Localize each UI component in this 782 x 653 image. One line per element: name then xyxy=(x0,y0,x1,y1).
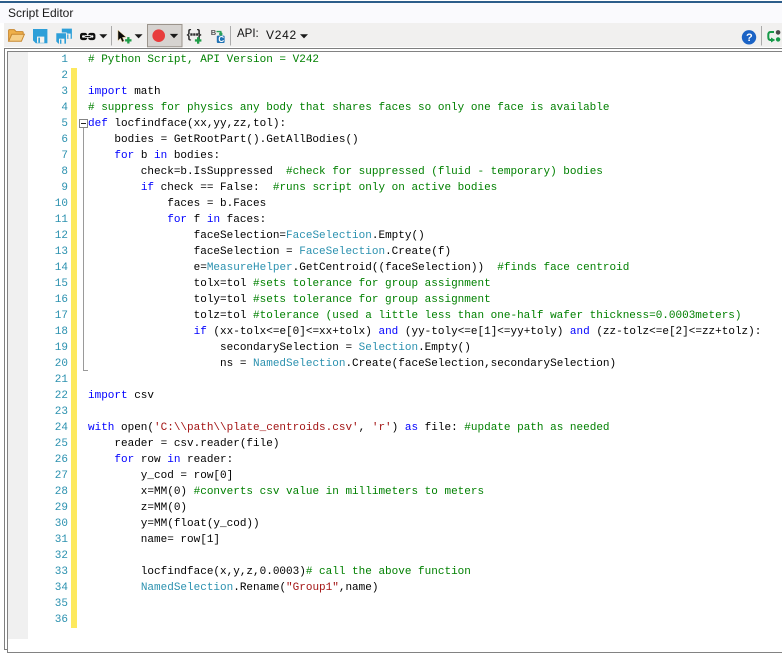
svg-text:B: B xyxy=(211,28,217,37)
svg-text:?: ? xyxy=(746,32,753,44)
svg-text:C: C xyxy=(218,35,224,44)
